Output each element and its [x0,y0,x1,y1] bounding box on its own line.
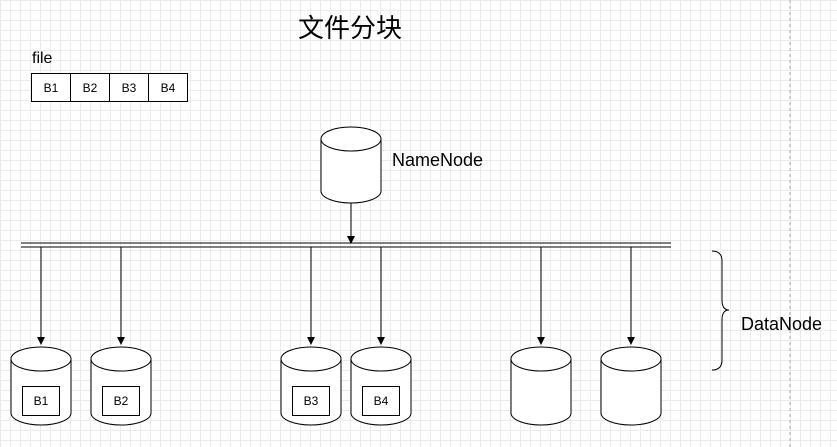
file-block: B2 [70,73,110,102]
file-block: B3 [109,73,149,102]
diagram-canvas [10,0,791,447]
diagram-title: 文件分块 [297,14,402,44]
datanode-block: B3 [292,386,330,416]
datanode-cylinder [510,346,572,426]
datanode-cylinder [600,346,662,426]
file-block: B1 [31,73,71,102]
file-label: file [32,50,53,67]
datanode-label: DataNode [741,314,823,334]
file-block: B4 [148,73,188,102]
namenode-label: NameNode [392,150,484,170]
network-bus [21,242,671,248]
datanode-brace [711,250,730,371]
namenode-cylinder [320,126,382,204]
datanode-block: B4 [362,386,400,416]
datanode-block: B2 [102,386,140,416]
file-blocks: B1 B2 B3 B4 [31,73,188,102]
datanode-block: B1 [22,386,60,416]
